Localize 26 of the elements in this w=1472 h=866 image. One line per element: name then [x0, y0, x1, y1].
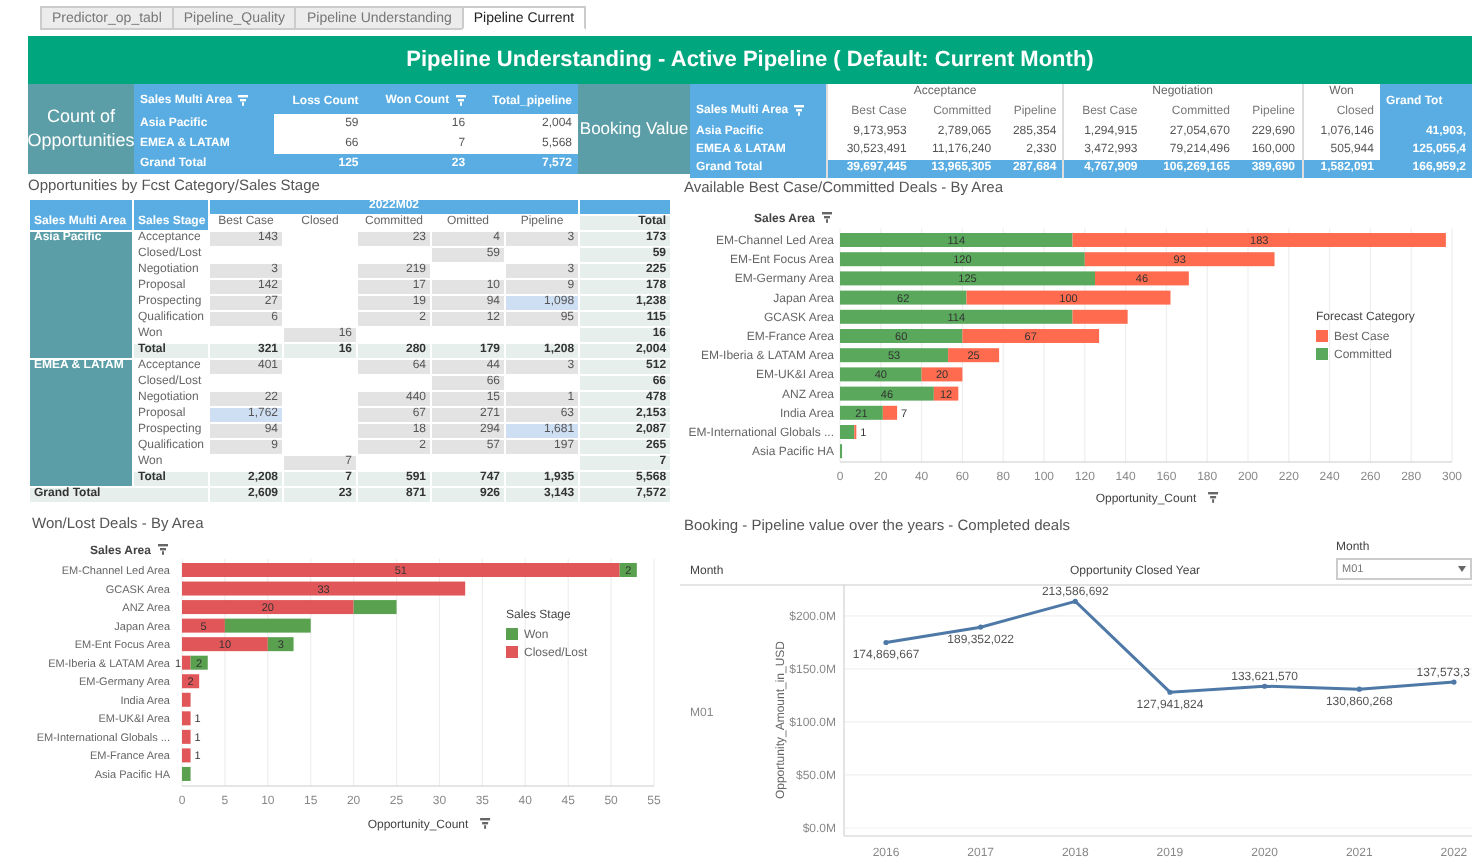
bar	[182, 674, 200, 689]
legend-swatch	[1316, 348, 1328, 360]
data-point	[1167, 689, 1173, 695]
filter-icon[interactable]	[158, 544, 168, 555]
data-point	[1356, 686, 1362, 692]
data-point	[1451, 679, 1457, 685]
header-cell	[579, 199, 672, 215]
panel-label: Count of Opportunities	[28, 84, 134, 174]
bar	[182, 711, 191, 726]
bar	[182, 766, 191, 781]
bar	[182, 729, 191, 744]
dashboard-title: Pipeline Understanding - Active Pipeline ( Default: Current Month)	[404, 46, 1096, 76]
data-point	[1262, 683, 1268, 689]
caret-icon	[1458, 566, 1466, 572]
filter-icon[interactable]	[1208, 492, 1219, 503]
legend-swatch	[506, 628, 518, 640]
data-point	[883, 639, 889, 646]
filter-icon[interactable]	[480, 818, 491, 829]
legend-swatch	[1316, 330, 1328, 342]
panel-label: Booking Value	[578, 84, 690, 174]
data-point	[1072, 598, 1078, 604]
bar	[182, 748, 191, 763]
bar	[182, 692, 191, 707]
data-point	[978, 624, 984, 630]
legend-swatch	[506, 646, 518, 658]
filter-icon[interactable]	[822, 212, 832, 223]
